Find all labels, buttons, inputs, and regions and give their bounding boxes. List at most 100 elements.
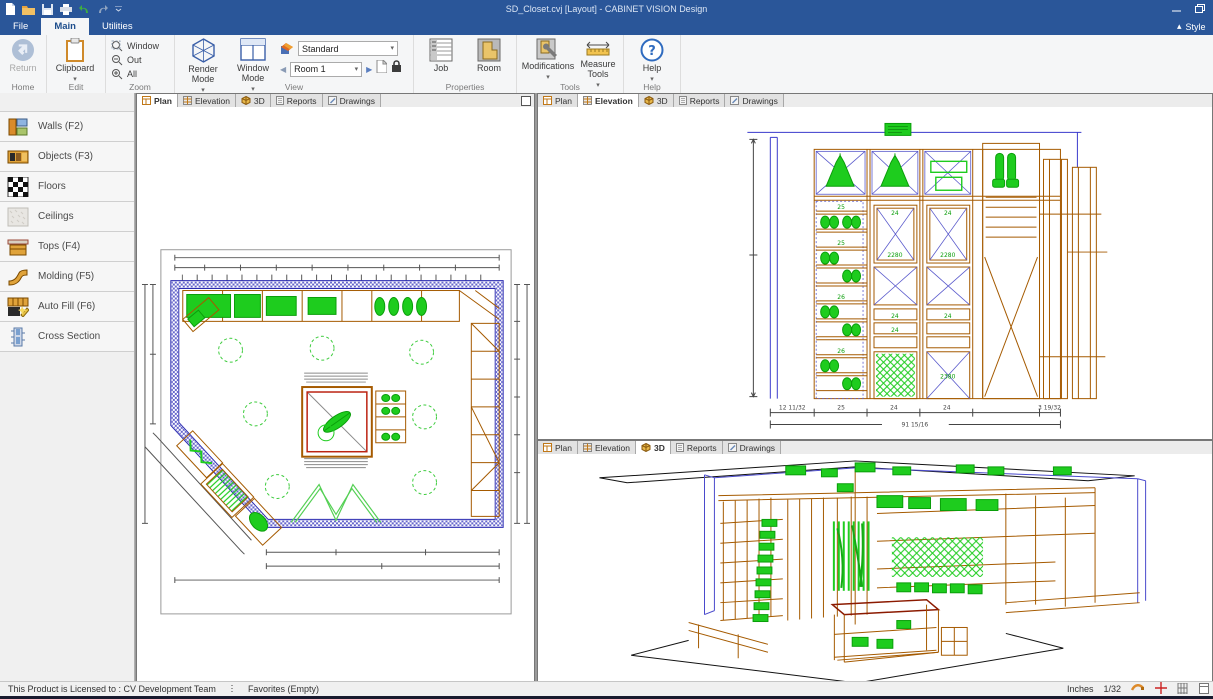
group-label-edit: Edit (47, 82, 105, 92)
plan-pane-tab-drawings[interactable]: Drawings (323, 94, 381, 107)
next-room-button[interactable]: ▶ (366, 65, 372, 74)
shelf-dim-label: 25 (837, 240, 845, 247)
favorites-status[interactable]: Favorites (Empty) (248, 684, 319, 694)
elevation-tab-icon (583, 96, 592, 105)
threed-canvas[interactable] (538, 454, 1212, 681)
ribbon-group-edit: Clipboard ▾ Edit (47, 35, 106, 93)
room-select[interactable]: Room 1 ▾ (290, 62, 362, 77)
units-indicator[interactable]: Inches (1067, 684, 1094, 694)
scale-indicator[interactable]: 1/32 (1103, 684, 1121, 694)
zoom-all-button[interactable]: All (111, 68, 159, 80)
elevation-pane-tab-elevation[interactable]: Elevation (578, 94, 639, 107)
clipboard-icon (65, 38, 85, 62)
measure-tools-button[interactable]: Measure Tools ▾ (578, 37, 618, 89)
redo-icon[interactable] (97, 4, 108, 14)
threed-pane-tab-plan[interactable]: Plan (538, 441, 578, 454)
plan-drawing (137, 107, 534, 681)
new-file-icon[interactable] (5, 3, 15, 15)
auto-fill-icon (7, 297, 29, 317)
application-window: SD_Closet.cvj [Layout] - CABINET VISION … (0, 0, 1213, 699)
zoom-window-icon (111, 40, 123, 52)
elevation-pane: Plan Elevation 3D Reports Drawings (537, 93, 1213, 440)
window-title: SD_Closet.cvj [Layout] - CABINET VISION … (0, 4, 1213, 14)
sidebar-item-autofill[interactable]: Auto Fill (F6) (0, 292, 134, 322)
plan-pane-tab-reports[interactable]: Reports (271, 94, 323, 107)
plan-pane-tab-3d[interactable]: 3D (236, 94, 271, 107)
molding-icon (7, 267, 29, 287)
save-icon[interactable] (42, 4, 53, 15)
window-mode-icon (240, 38, 266, 62)
title-bar: SD_Closet.cvj [Layout] - CABINET VISION … (0, 0, 1213, 18)
reports-tab-icon (276, 96, 284, 105)
layout-toggle-icon[interactable] (1199, 683, 1209, 696)
objects-icon (7, 147, 29, 167)
style-button[interactable]: ▴ Style (1177, 18, 1213, 35)
crosshair-toggle-icon[interactable] (1155, 682, 1167, 696)
lock-room-button[interactable] (391, 60, 402, 78)
grid-toggle-icon[interactable] (1177, 683, 1189, 696)
elevation-pane-tab-plan[interactable]: Plan (538, 94, 578, 107)
plan-pane-tab-elevation[interactable]: Elevation (178, 94, 236, 107)
threed-pane-tab-drawings[interactable]: Drawings (723, 441, 781, 454)
ribbon-tab-row: File Main Utilities ▴ Style (0, 18, 1213, 35)
restore-button[interactable] (1195, 0, 1205, 18)
threed-pane-tab-reports[interactable]: Reports (671, 441, 723, 454)
threed-tab-icon (641, 443, 651, 452)
maximize-pane-button[interactable] (521, 96, 531, 106)
job-button[interactable]: Job (419, 37, 463, 74)
elevation-tab-icon (183, 96, 192, 105)
threed-tab-icon (644, 96, 654, 105)
new-room-button[interactable] (376, 60, 387, 78)
threed-pane-tabstrip: Plan Elevation 3D Reports Drawings (538, 441, 1212, 455)
zoom-out-button[interactable]: Out (111, 54, 159, 66)
sidebar-item-objects[interactable]: Objects (F3) (0, 142, 134, 172)
sidebar-item-ceilings[interactable]: Ceilings (0, 202, 134, 232)
elevation-seg-dim: 3 19/32 (1038, 405, 1061, 412)
layer-style-icon (280, 42, 294, 55)
help-icon: ? (640, 38, 664, 62)
sidebar-item-molding[interactable]: Molding (F5) (0, 262, 134, 292)
previous-room-button[interactable]: ◀ (280, 65, 286, 74)
minimize-button[interactable] (1172, 0, 1181, 18)
sidebar-item-walls[interactable]: Walls (F2) (0, 112, 134, 142)
quick-access-toolbar (0, 3, 122, 15)
return-button[interactable]: Return (5, 37, 41, 74)
job-icon (429, 38, 453, 62)
modifications-icon (536, 38, 560, 60)
undo-icon[interactable] (79, 4, 90, 14)
elevation-pane-tab-3d[interactable]: 3D (639, 94, 674, 107)
qat-customize-icon[interactable] (115, 6, 122, 12)
snap-toggle-icon[interactable] (1131, 683, 1145, 695)
modifications-button[interactable]: Modifications ▾ (522, 37, 574, 81)
ribbon-group-home: Return Home (0, 35, 47, 93)
sidebar-item-floors[interactable]: Floors (0, 172, 134, 202)
tab-main[interactable]: Main (41, 18, 89, 35)
license-text: This Product is Licensed to : CV Develop… (8, 684, 216, 694)
group-label-help: Help (624, 82, 680, 92)
help-button[interactable]: ? Help ▾ (629, 37, 675, 83)
drawer-dim-label: 24 (891, 327, 899, 334)
plan-tab-icon (543, 443, 552, 452)
threed-pane-tab-3d[interactable]: 3D (636, 441, 671, 454)
elevation-canvas[interactable]: 25 25 26 26 24 2280 24 24 (538, 107, 1212, 439)
elevation-seg-dim: 12 11/32 (779, 405, 806, 412)
elevation-pane-tabstrip: Plan Elevation 3D Reports Drawings (538, 94, 1212, 108)
sidebar-item-cross-section[interactable]: Cross Section (0, 322, 134, 352)
elevation-pane-tab-drawings[interactable]: Drawings (725, 94, 783, 107)
sidebar-item-tops[interactable]: Tops (F4) (0, 232, 134, 262)
plan-canvas[interactable] (137, 107, 534, 681)
threed-pane-tab-elevation[interactable]: Elevation (578, 441, 636, 454)
measure-tools-icon (585, 38, 611, 58)
zoom-window-button[interactable]: Window (111, 40, 159, 52)
tab-file[interactable]: File (0, 18, 41, 35)
group-label-properties: Properties (414, 82, 516, 92)
clipboard-button[interactable]: Clipboard ▾ (52, 37, 98, 83)
ribbon: Return Home Clipboard ▾ Edit Window Out (0, 35, 1213, 94)
elevation-pane-tab-reports[interactable]: Reports (674, 94, 726, 107)
plan-pane-tab-plan[interactable]: Plan (137, 94, 178, 107)
style-standard-select[interactable]: Standard ▾ (298, 41, 398, 56)
print-icon[interactable] (60, 4, 72, 15)
open-folder-icon[interactable] (22, 4, 35, 15)
room-button[interactable]: Room (467, 37, 511, 74)
tab-utilities[interactable]: Utilities (89, 18, 146, 35)
